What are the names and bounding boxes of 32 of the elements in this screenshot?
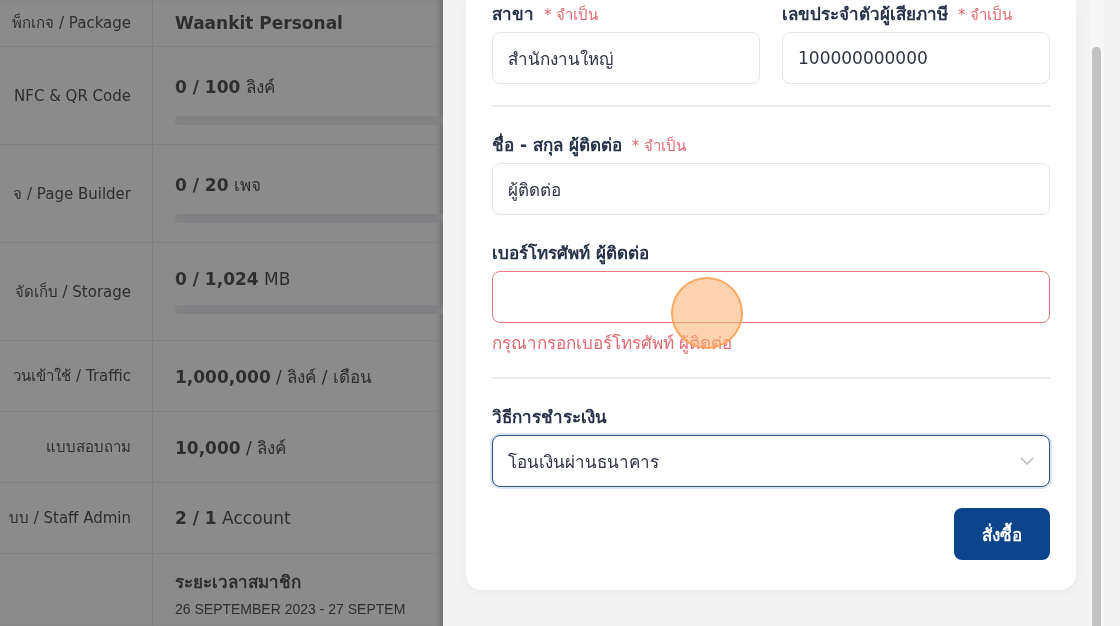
text-field[interactable] (492, 271, 1050, 323)
period-heading: ระยะเวลาสมาชิก (175, 571, 302, 594)
package-name: Waankit Personal (175, 13, 344, 33)
usage-value: 0 / 1,024 MB (175, 269, 292, 289)
period-dates: 26 SEPTEMBER 2023 - 27 SEPTEM (175, 601, 407, 617)
field-label: วิธีการชำระเงิน (492, 406, 607, 429)
text-field[interactable]: 100000000000 (782, 32, 1050, 84)
scrollbar[interactable] (1090, 0, 1104, 626)
field-label: ชื่อ - สกุล ผู้ติดต่อ (492, 132, 622, 158)
row-label: จัดเก็บ / Storage (14, 281, 131, 303)
row-value: 1,000,000 / ลิงค์ / เดือน (175, 365, 373, 389)
row-label: วนเข้าใช้ / Traffic (13, 366, 131, 387)
text-field[interactable]: ผู้ติดต่อ (492, 163, 1050, 215)
field-label: สาขา (492, 3, 534, 26)
order-button[interactable]: สั่งซื้อ (954, 508, 1050, 560)
payment-dropdown[interactable]: โอนเงินผ่านธนาคาร (492, 435, 1050, 487)
field-label: เบอร์โทรศัพท์ ผู้ติดต่อ (492, 242, 649, 266)
field-label: เลขประจำตัวผู้เสียภาษี (782, 3, 948, 27)
row-label: จ / Page Builder (13, 183, 131, 205)
text-field[interactable]: สำนักงานใหญ่ (492, 32, 760, 84)
row-value: 10,000 / ลิงค์ (175, 436, 288, 460)
row-label: พ็กเกจ / Package (12, 12, 131, 34)
usage-value: 0 / 20 เพจ (175, 174, 262, 197)
row-label: NFC & QR Code (14, 86, 131, 105)
row-value: 2 / 1 Account (175, 508, 292, 528)
chevron-down-icon (1020, 456, 1034, 466)
usage-value: 0 / 100 ลิงค์ (175, 76, 276, 99)
required-note: * จำเป็น (958, 4, 1013, 26)
required-note: * จำเป็น (631, 135, 687, 157)
row-label: แบบสอบถาม (46, 437, 131, 458)
required-note: * จำเป็น (544, 4, 599, 26)
row-label: บบ / Staff Admin (8, 508, 131, 529)
